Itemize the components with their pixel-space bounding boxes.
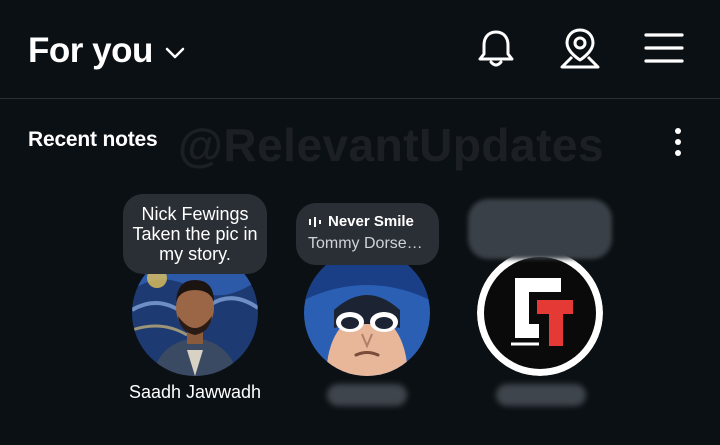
redacted-name bbox=[496, 384, 586, 406]
music-artist: Tommy Dorse… bbox=[308, 235, 423, 252]
note-author-name: Saadh Jawwadh bbox=[128, 382, 262, 402]
music-note-bubble: Never Smile Tommy Dorse… bbox=[296, 203, 439, 265]
feed-switcher[interactable]: For you bbox=[28, 26, 185, 76]
bell-icon[interactable] bbox=[474, 26, 518, 70]
sound-wave-icon bbox=[309, 216, 321, 227]
avatar bbox=[477, 250, 603, 376]
avatar bbox=[304, 250, 430, 376]
note-item[interactable]: Never Smile Tommy Dorse… bbox=[287, 194, 447, 414]
map-pin-icon[interactable] bbox=[558, 26, 602, 70]
chevron-down-icon bbox=[165, 47, 185, 59]
more-options-icon[interactable] bbox=[666, 124, 690, 160]
note-bubble: Nick Fewings Taken the pic in my story. bbox=[123, 194, 267, 274]
menu-icon[interactable] bbox=[642, 26, 686, 70]
watermark: @RelevantUpdates bbox=[178, 119, 605, 171]
top-header: For you bbox=[0, 0, 720, 99]
redacted-name bbox=[327, 384, 407, 406]
redacted-note-bubble bbox=[468, 199, 612, 259]
music-title: Never Smile bbox=[328, 213, 414, 230]
note-item[interactable] bbox=[460, 194, 620, 414]
note-item[interactable]: Nick Fewings Taken the pic in my story. … bbox=[115, 194, 275, 414]
feed-title: For you bbox=[28, 31, 153, 70]
section-title-recent-notes: Recent notes bbox=[28, 128, 158, 151]
